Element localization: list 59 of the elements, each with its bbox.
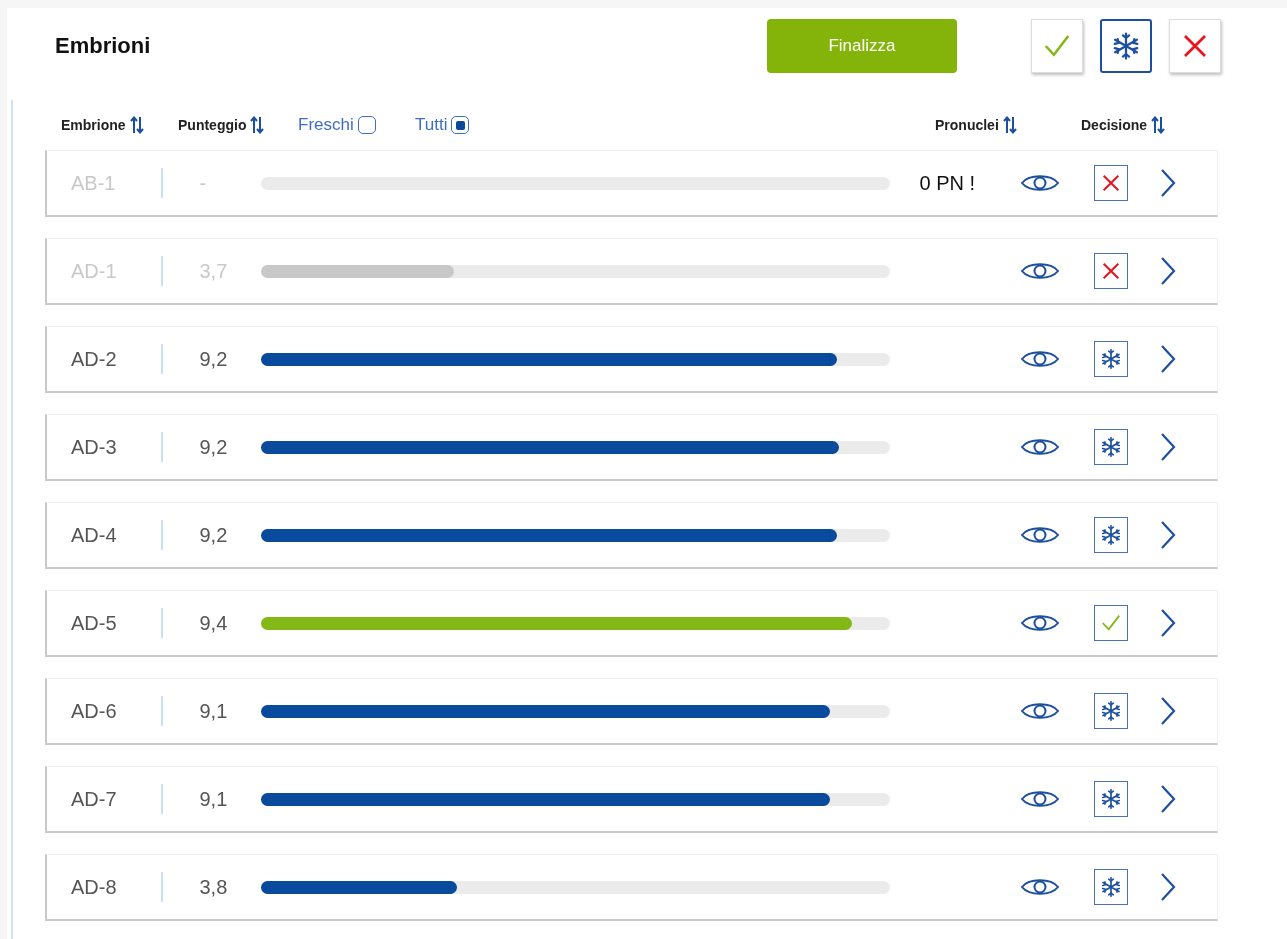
decision-toggle[interactable] — [1093, 869, 1128, 905]
snowflake-icon — [1099, 524, 1122, 546]
embryo-row[interactable]: AD-6 9,1 — [45, 678, 1218, 745]
score-value: 9,1 — [198, 787, 229, 811]
checkbox[interactable] — [451, 116, 470, 134]
snowflake-icon — [1099, 436, 1122, 458]
filter-label[interactable]: Tutti — [415, 115, 448, 135]
embryo-id: AD-8 — [71, 875, 118, 899]
embryo-id: AD-5 — [71, 611, 118, 635]
sort-icon[interactable] — [129, 116, 144, 134]
decision-toggle[interactable] — [1093, 429, 1128, 465]
embryo-id: AD-2 — [71, 347, 118, 371]
score-value: 9,2 — [198, 523, 229, 547]
chevron-right-icon[interactable] — [1159, 344, 1176, 374]
chevron-right-icon[interactable] — [1159, 784, 1176, 814]
chevron-right-icon[interactable] — [1159, 520, 1176, 550]
snowflake-icon — [1099, 788, 1122, 810]
chevron-right-icon[interactable] — [1159, 872, 1176, 902]
pronuclei-warning: 0 PN ! — [919, 171, 976, 194]
sort-icon[interactable] — [250, 116, 265, 134]
score-value: 3,8 — [198, 875, 229, 899]
decision-toggle[interactable] — [1093, 781, 1128, 817]
decision-toggle[interactable] — [1093, 693, 1128, 729]
embryo-row[interactable]: AD-3 9,2 — [45, 414, 1218, 481]
embryo-id: AD-7 — [71, 787, 118, 811]
score-value: 9,2 — [198, 347, 229, 371]
decision-toggle[interactable] — [1093, 605, 1128, 641]
embryo-row[interactable]: AD-7 9,1 — [45, 766, 1218, 833]
sort-icon[interactable] — [1151, 116, 1166, 134]
score-value: 9,2 — [198, 435, 229, 459]
embryo-row[interactable]: AD-4 9,2 — [45, 502, 1218, 569]
snowflake-icon — [1099, 700, 1122, 722]
sort-icon[interactable] — [1002, 116, 1017, 134]
snowflake-icon — [1111, 31, 1141, 61]
score-value: 9,4 — [198, 611, 229, 635]
embryo-row[interactable]: AD-2 9,2 — [45, 326, 1218, 393]
snowflake-icon — [1099, 876, 1122, 898]
decision-toggle[interactable] — [1093, 341, 1128, 377]
column-header[interactable]: Embrione — [61, 117, 126, 133]
snowflake-icon — [1099, 348, 1122, 370]
column-header[interactable]: Decisione — [1081, 117, 1148, 133]
embryo-row[interactable]: AD-5 9,4 — [45, 590, 1218, 657]
decision-toggle[interactable] — [1093, 517, 1128, 553]
checkbox[interactable] — [357, 116, 376, 134]
panel-title: Embrioni — [55, 33, 151, 59]
embryo-id: AD-6 — [71, 699, 118, 723]
chevron-right-icon[interactable] — [1159, 432, 1176, 462]
embryo-row[interactable]: AD-8 3,8 — [45, 854, 1218, 921]
filter-label[interactable]: Freschi — [298, 115, 354, 135]
chevron-right-icon[interactable] — [1159, 696, 1176, 726]
column-header[interactable]: Punteggio — [178, 117, 247, 133]
decision-filter-button[interactable] — [1100, 19, 1152, 73]
checkmark-icon — [1099, 612, 1122, 634]
score-value: 9,1 — [198, 699, 229, 723]
score-value: - — [198, 171, 208, 195]
chevron-right-icon[interactable] — [1159, 608, 1176, 638]
column-header[interactable]: Pronuclei — [935, 117, 999, 133]
embryo-id: AD-4 — [71, 523, 118, 547]
embryo-id: AD-3 — [71, 435, 118, 459]
